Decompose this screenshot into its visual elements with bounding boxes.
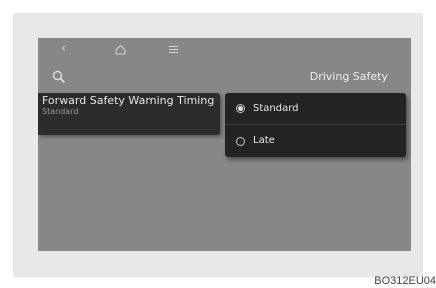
setting-item-forward-safety-warning-timing[interactable]: Forward Safety Warning Timing Standard (38, 93, 220, 135)
options-panel: Standard Late (225, 93, 406, 157)
back-icon[interactable]: ‹ (61, 41, 66, 57)
radio-unselected-icon[interactable] (236, 136, 245, 146)
radio-selected-icon[interactable] (236, 104, 245, 113)
option-label: Standard (253, 102, 299, 114)
option-standard[interactable]: Standard (225, 93, 406, 125)
home-icon[interactable] (115, 41, 126, 57)
infotainment-screen: ‹ Driving Safety Forward Safety Warning … (38, 38, 411, 251)
figure-code: BO312EU04 (374, 275, 436, 287)
setting-value: Standard (42, 107, 79, 116)
option-label: Late (253, 135, 275, 146)
menu-icon[interactable] (169, 41, 178, 57)
option-late[interactable]: Late (225, 125, 406, 157)
page-title: Driving Safety (309, 70, 388, 83)
search-icon[interactable] (52, 69, 66, 84)
setting-title: Forward Safety Warning Timing (42, 94, 215, 107)
